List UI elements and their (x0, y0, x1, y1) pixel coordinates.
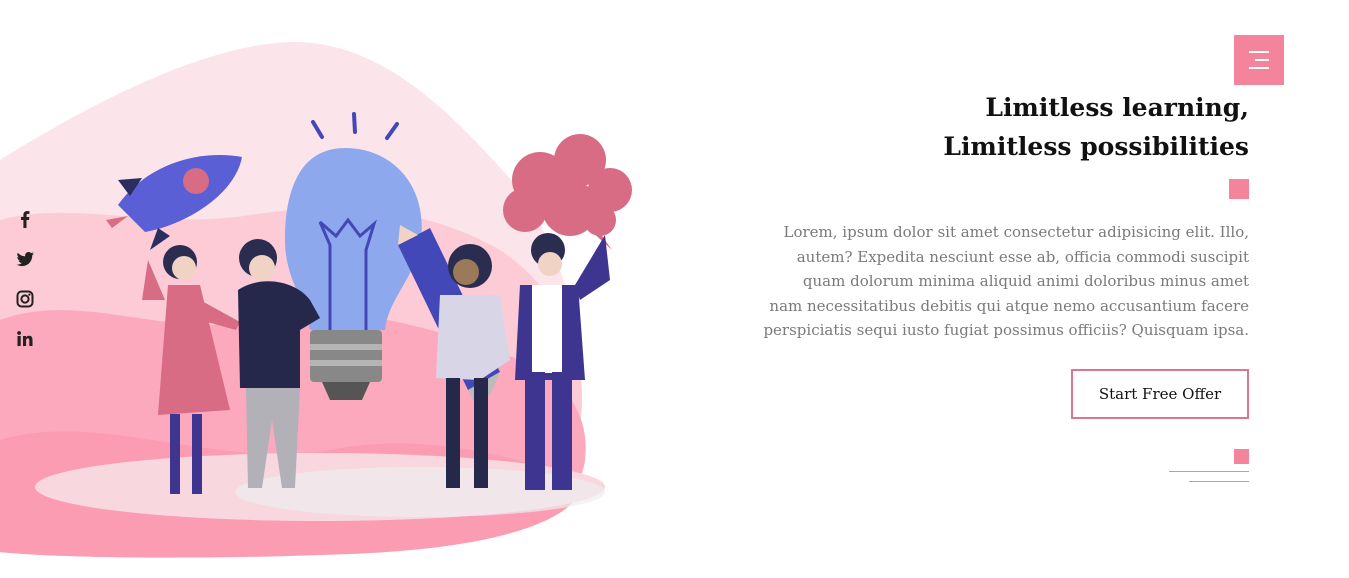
start-free-offer-button[interactable]: Start Free Offer (1071, 369, 1249, 419)
instagram-icon[interactable] (14, 288, 36, 310)
menu-icon-bar-middle (1255, 59, 1269, 61)
hero-illustration (0, 41, 632, 558)
decorative-line-top (1169, 471, 1249, 472)
twitter-icon[interactable] (14, 248, 36, 270)
hero-description: Lorem, ipsum dolor sit amet consectetur … (749, 220, 1249, 343)
social-links (14, 208, 38, 368)
accent-square-bottom (1234, 449, 1249, 464)
hero-description-line: autem? Expedita nesciunt esse ab, offici… (796, 247, 1249, 266)
hero-description-line: Lorem, ipsum dolor sit amet consectetur … (783, 223, 1250, 241)
menu-icon-bar-bottom (1249, 67, 1269, 69)
hero-title: Limitless learning, Limitless possibilit… (729, 88, 1249, 166)
menu-icon-bar-top (1249, 51, 1269, 53)
hero-description-line: perspiciatis sequi iusto fugiat possimus… (763, 321, 1249, 339)
hero-description-line: nam necessitatibus debitis qui atque nem… (769, 296, 1249, 315)
hero-title-line2: Limitless possibilities (943, 132, 1249, 161)
linkedin-icon[interactable] (14, 328, 36, 350)
hero-description-line: quam dolorum minima aliquid animi dolori… (802, 272, 1249, 290)
menu-button[interactable] (1234, 35, 1284, 85)
hero-title-line1: Limitless learning, (985, 93, 1249, 122)
facebook-icon[interactable] (14, 208, 36, 230)
decorative-line-bottom (1189, 481, 1249, 482)
accent-square-title (1229, 179, 1249, 199)
